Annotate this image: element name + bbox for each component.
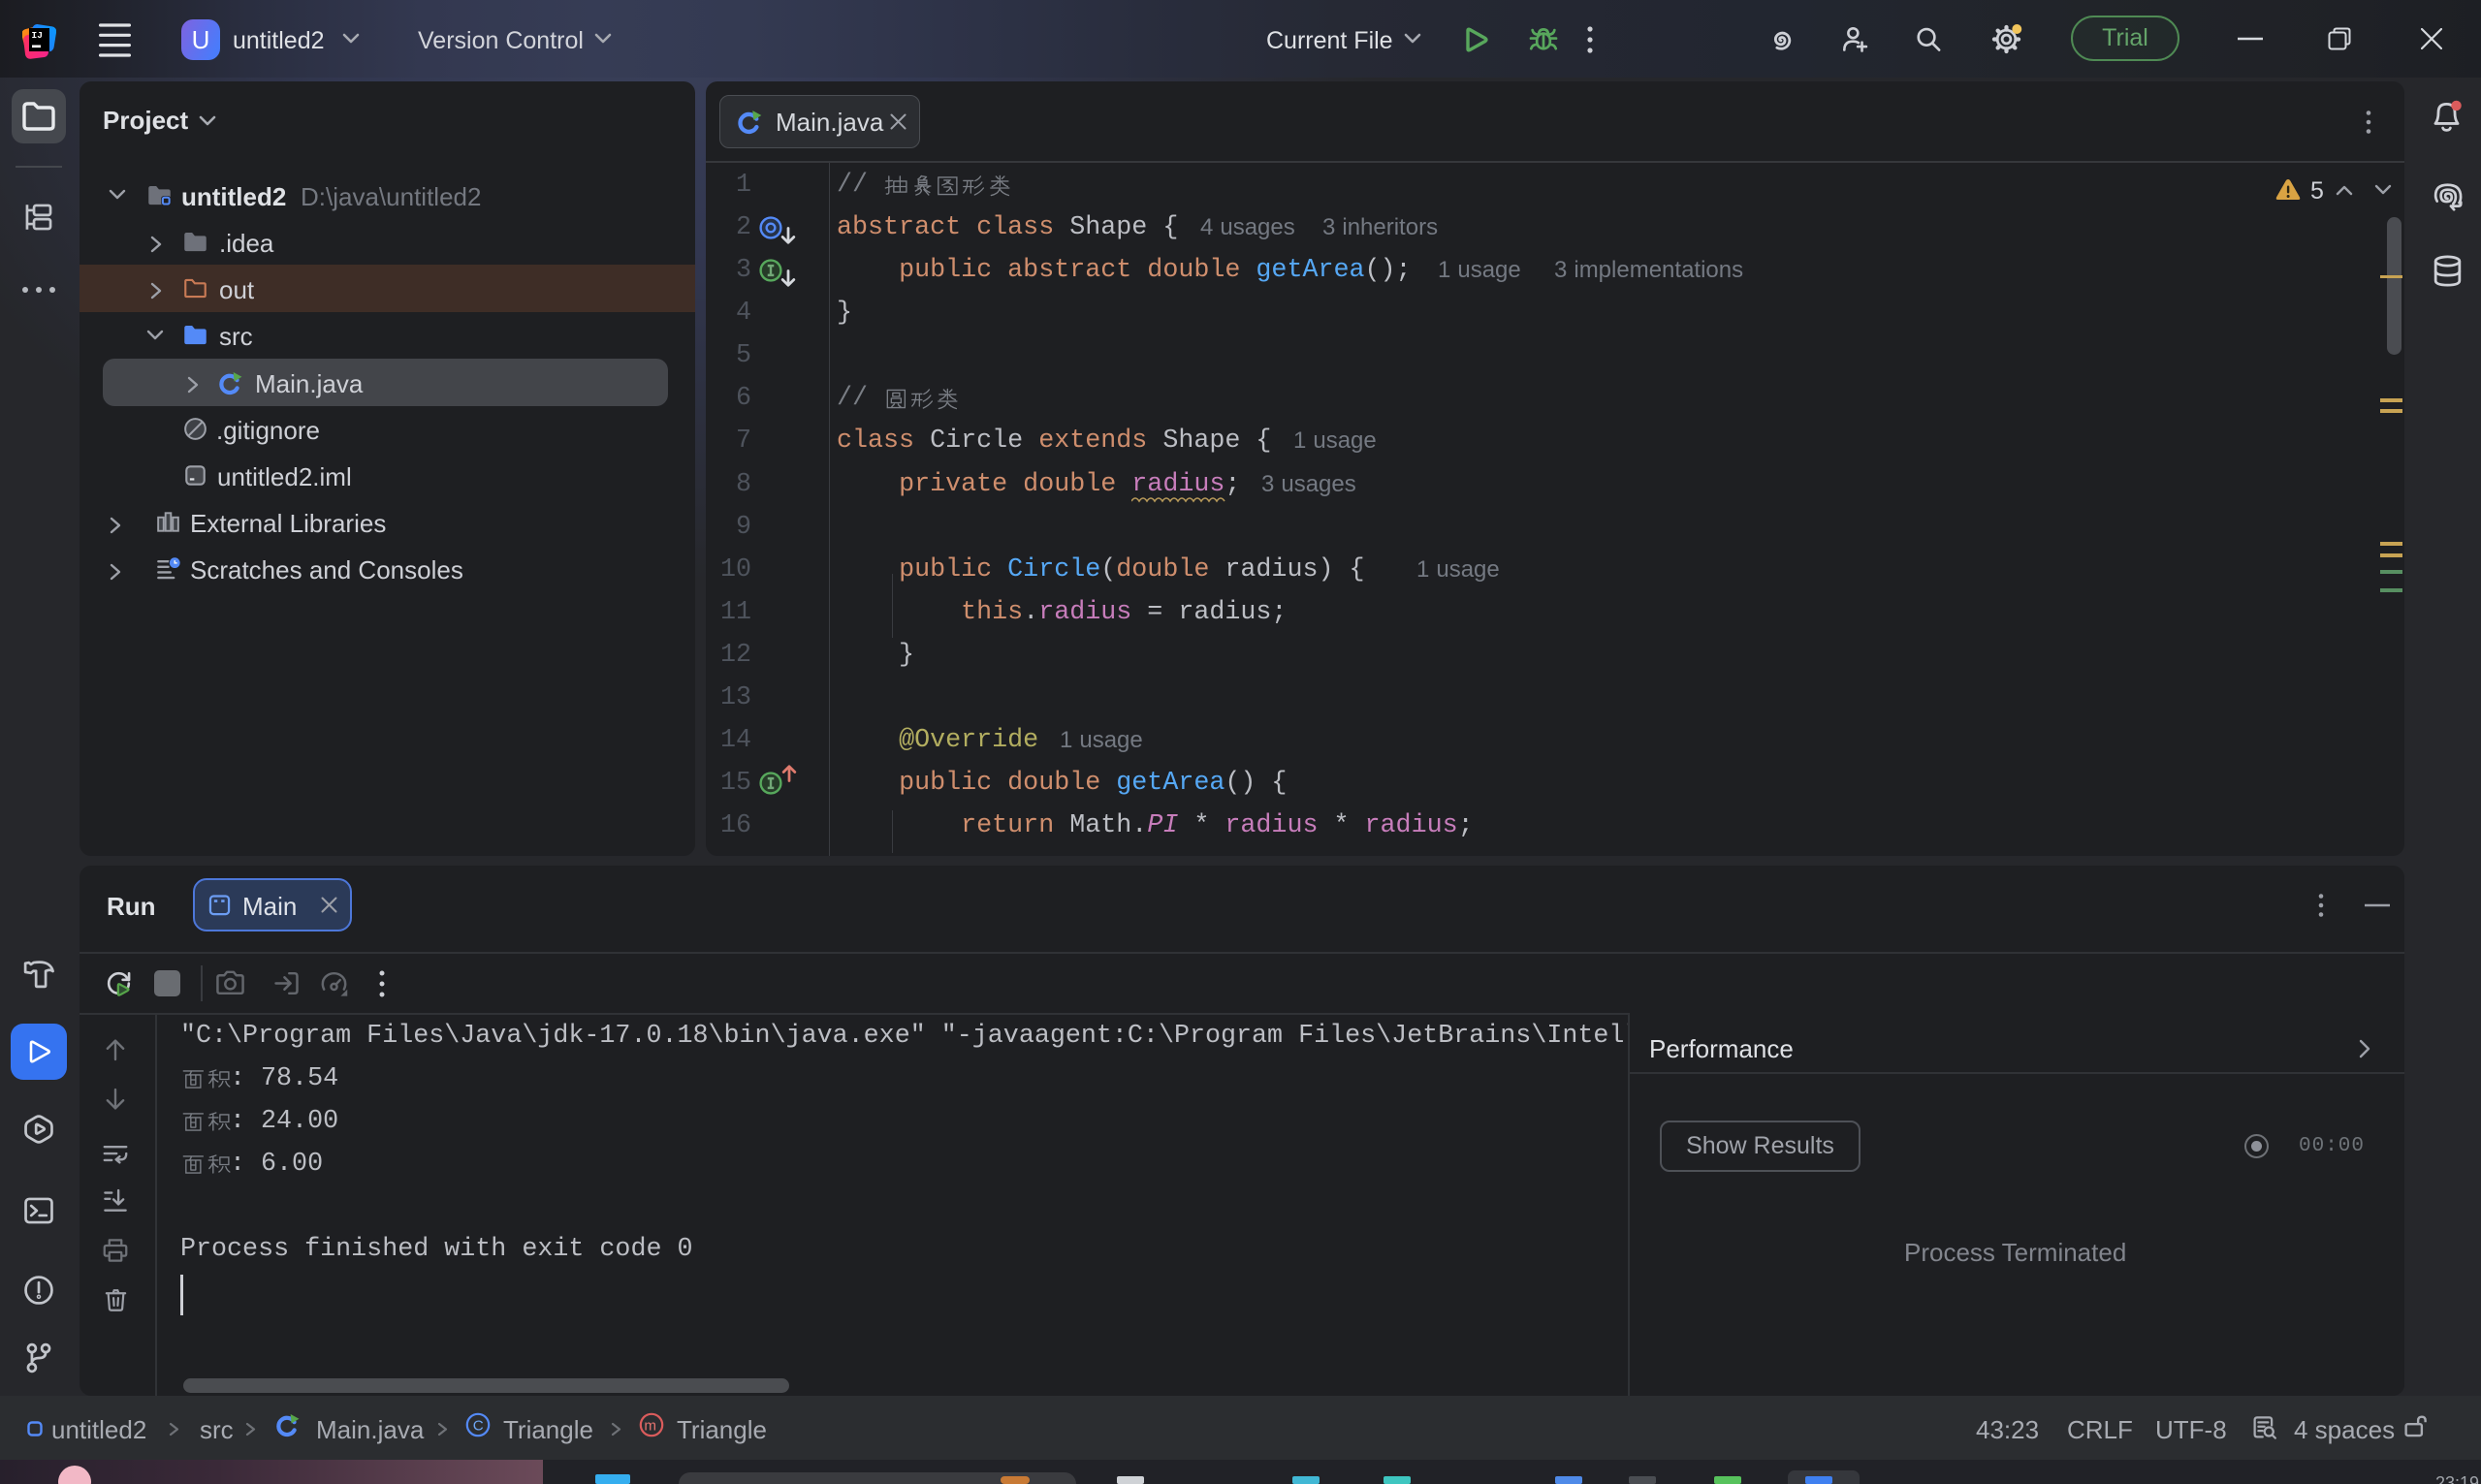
svg-text:IJ: IJ — [32, 30, 43, 41]
svg-text:m: m — [644, 1417, 656, 1434]
svg-text:C: C — [473, 1417, 484, 1434]
